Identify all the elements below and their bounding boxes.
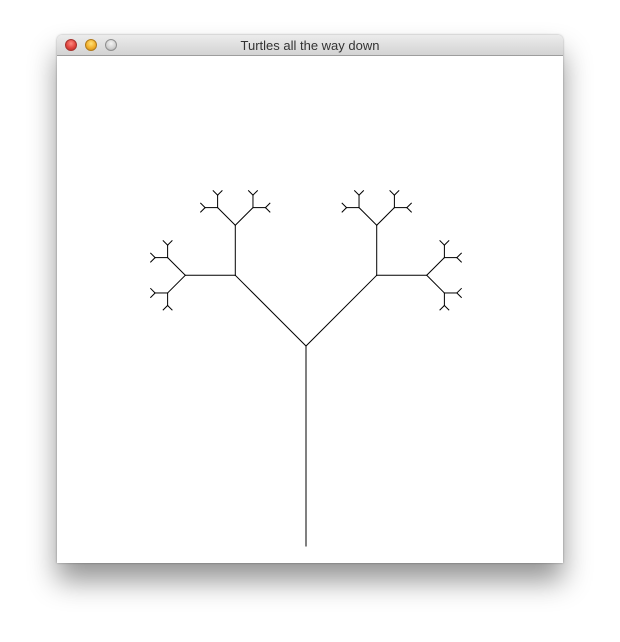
tree-branch-level-5 [358,189,365,196]
tree-branch-level-5 [149,287,156,294]
tree-branch-level-5 [456,292,463,299]
tree-branch-level-5 [199,206,206,213]
tree-branch-level-5 [393,189,400,196]
tree-branch-level-5 [443,304,450,311]
tree-branch-level-3 [234,206,254,226]
tree-branch-level-5 [247,189,254,196]
tree-branch-level-5 [406,202,413,209]
tree-branch-level-5 [216,189,223,196]
tree-branch-level-3 [376,206,396,226]
tree-branch-level-5 [439,239,446,246]
tree-branch-level-3 [426,274,446,294]
tree-branch-level-5 [341,202,348,209]
tree-branch-level-5 [149,256,156,263]
tree-branch-level-5 [389,189,396,196]
tree-branch-level-5 [149,292,156,299]
tree-branch-level-5 [162,239,169,246]
tree-branch-level-5 [264,202,271,209]
tree-branch-level-5 [341,206,348,213]
tree-branch-level-5 [199,202,206,209]
tree-branch-level-5 [264,206,271,213]
title-bar[interactable]: Turtles all the way down [57,35,563,56]
app-window: Turtles all the way down [57,35,563,563]
tree-branch-level-5 [456,256,463,263]
tree-branch-level-5 [443,239,450,246]
tree-branch-level-5 [166,304,173,311]
tree-branch-level-3 [358,206,378,226]
tree-branch-level-3 [216,206,236,226]
fractal-tree-drawing [149,189,463,547]
tree-branch-level-5 [212,189,219,196]
tree-branch-level-3 [166,274,186,294]
tree-branch-level-1 [305,274,378,347]
tree-branch-level-5 [166,239,173,246]
tree-branch-level-3 [166,256,186,276]
tree-branch-level-5 [439,304,446,311]
tree-branch-level-5 [456,287,463,294]
tree-branch-level-5 [162,304,169,311]
tree-branch-level-5 [149,252,156,259]
tree-branch-level-5 [353,189,360,196]
tree-branch-level-3 [426,256,446,276]
tree-branch-level-5 [456,252,463,259]
turtle-canvas [57,57,563,563]
tree-branch-level-1 [234,274,307,347]
tree-branch-level-5 [252,189,259,196]
window-title: Turtles all the way down [240,38,380,53]
tree-branch-level-5 [406,206,413,213]
